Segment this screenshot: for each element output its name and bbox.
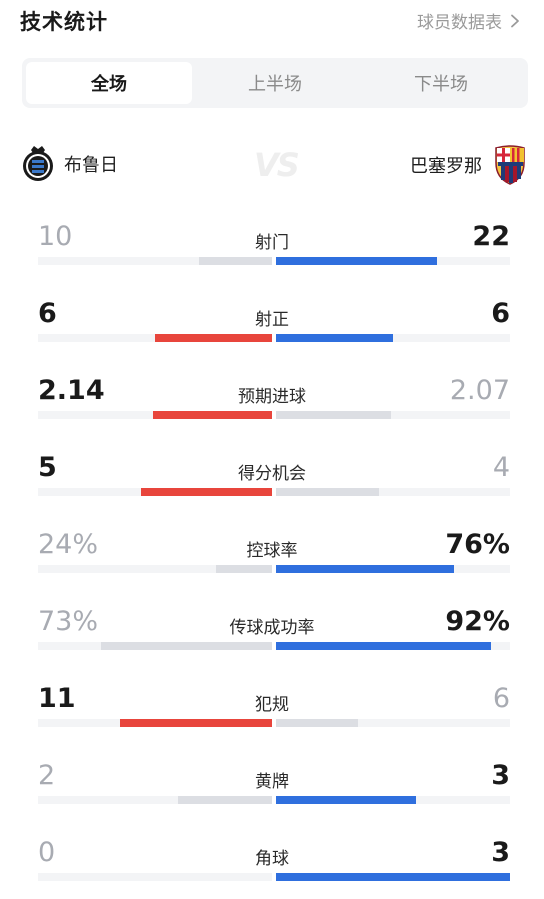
away-stat-value: 6 — [491, 298, 510, 329]
home-bar-track — [38, 796, 272, 804]
stat-label: 犯规 — [255, 695, 289, 715]
away-stat-value: 3 — [491, 837, 510, 868]
home-stat-bar — [155, 334, 272, 342]
home-stat-bar — [141, 488, 272, 496]
stat-label: 射门 — [255, 233, 289, 253]
away-stat-value: 76% — [445, 529, 510, 560]
away-stat-bar — [276, 411, 391, 419]
away-bar-track — [276, 411, 510, 419]
stat-row: 10 射门 22 — [0, 222, 544, 272]
away-stat-bar — [276, 719, 358, 727]
away-bar-track — [276, 873, 510, 881]
home-bar-track — [38, 488, 272, 496]
away-stat-bar — [276, 334, 393, 342]
stat-label: 得分机会 — [238, 464, 306, 484]
stats-header: 技术统计 球员数据表 — [0, 0, 544, 44]
away-stat-value: 3 — [491, 760, 510, 791]
stat-row: 6 射正 6 — [0, 299, 544, 349]
away-stat-bar — [276, 565, 454, 573]
page-title: 技术统计 — [20, 10, 108, 34]
away-bar-track — [276, 257, 510, 265]
stat-row: 2 黄牌 3 — [0, 761, 544, 811]
home-bar-track — [38, 873, 272, 881]
period-tabs: 全场 上半场 下半场 — [22, 58, 528, 108]
club-brugge-crest-icon — [23, 146, 53, 181]
stat-row: 73% 传球成功率 92% — [0, 607, 544, 657]
away-bar-track — [276, 334, 510, 342]
home-stat-bar — [216, 565, 272, 573]
home-bar-track — [38, 257, 272, 265]
home-team-name: 布鲁日 — [64, 155, 118, 176]
home-stat-bar — [120, 719, 272, 727]
chevron-right-icon — [511, 14, 519, 27]
fc-barcelona-crest-icon — [495, 145, 525, 185]
home-team[interactable]: 布鲁日 — [22, 145, 118, 183]
away-stat-bar — [276, 796, 416, 804]
away-stat-value: 6 — [492, 683, 510, 714]
away-stat-bar — [276, 873, 510, 881]
away-stat-value: 4 — [492, 452, 510, 483]
home-bar-track — [38, 334, 272, 342]
home-bar-track — [38, 411, 272, 419]
away-bar-track — [276, 719, 510, 727]
away-stat-value: 92% — [445, 606, 510, 637]
away-stat-bar — [276, 642, 491, 650]
stat-row: 11 犯规 6 — [0, 684, 544, 734]
tab-first-half[interactable]: 上半场 — [192, 62, 358, 104]
away-bar-track — [276, 565, 510, 573]
home-stat-bar — [199, 257, 272, 265]
away-bar-track — [276, 642, 510, 650]
away-stat-bar — [276, 488, 379, 496]
away-team-name: 巴塞罗那 — [410, 156, 482, 177]
teams-bar: 布鲁日 VS 巴塞罗那 — [0, 140, 544, 190]
away-bar-track — [276, 796, 510, 804]
stat-row: 24% 控球率 76% — [0, 530, 544, 580]
player-stats-link-label: 球员数据表 — [417, 13, 502, 33]
away-bar-track — [276, 488, 510, 496]
home-stat-bar — [153, 411, 272, 419]
away-team[interactable]: 巴塞罗那 — [410, 145, 528, 185]
player-stats-link[interactable]: 球员数据表 — [417, 8, 522, 33]
home-bar-track — [38, 719, 272, 727]
stat-row: 0 角球 3 — [0, 838, 544, 888]
home-bar-track — [38, 642, 272, 650]
stat-row: 5 得分机会 4 — [0, 453, 544, 503]
stat-label: 角球 — [255, 849, 289, 869]
tab-full-match[interactable]: 全场 — [26, 62, 192, 104]
vs-watermark: VS — [254, 146, 300, 184]
stat-label: 黄牌 — [255, 772, 289, 792]
away-stat-value: 2.07 — [449, 375, 510, 406]
tab-second-half[interactable]: 下半场 — [358, 62, 524, 104]
home-bar-track — [38, 565, 272, 573]
away-stat-value: 22 — [472, 221, 510, 252]
stat-row: 2.14 预期进球 2.07 — [0, 376, 544, 426]
stat-label: 射正 — [255, 310, 289, 330]
home-stat-bar — [178, 796, 272, 804]
away-stat-bar — [276, 257, 437, 265]
home-stat-bar — [101, 642, 272, 650]
